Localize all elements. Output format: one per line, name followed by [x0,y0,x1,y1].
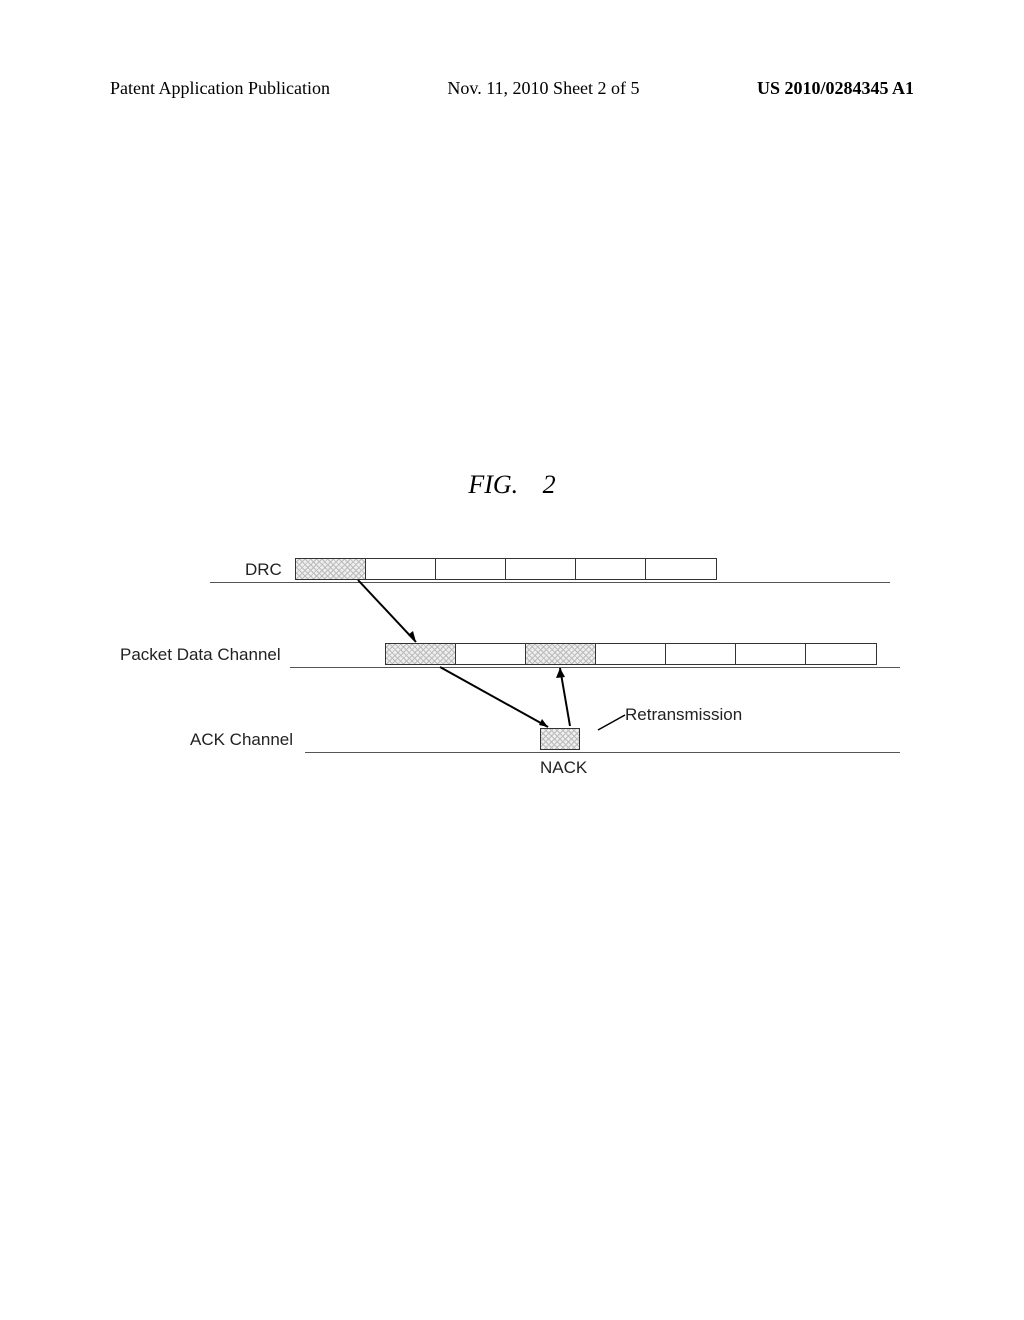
drc-slot-5 [646,559,716,579]
header-publication: Patent Application Publication [110,78,330,99]
drc-slots [295,558,717,580]
arrow-pdc-to-ack-head [539,719,548,727]
timing-diagram: DRC Packet Data Channel [120,560,900,820]
drc-slot-1 [366,559,436,579]
ack-label: ACK Channel [190,730,293,750]
retransmission-label: Retransmission [625,705,742,725]
arrow-drc-to-pdc [358,580,416,642]
pdc-label: Packet Data Channel [120,645,281,665]
figure-title: FIG. 2 [0,470,1024,500]
arrow-ack-to-retrans-head [556,668,565,678]
nack-label: NACK [540,758,587,778]
pdc-slot-retrans [526,644,596,664]
figure-title-number: 2 [543,470,556,499]
drc-slot-3 [506,559,576,579]
figure-title-prefix: FIG. [468,470,518,499]
ack-nack-slot [540,728,580,750]
pdc-slot-1 [456,644,526,664]
arrow-pdc-to-ack [440,667,548,727]
drc-slot-2 [436,559,506,579]
pdc-slot-0 [386,644,456,664]
pdc-slot-5 [736,644,806,664]
pdc-slot-3 [596,644,666,664]
header-docnum: US 2010/0284345 A1 [757,78,914,99]
drc-slot-4 [576,559,646,579]
diagram-arrows [120,560,900,820]
header: Patent Application Publication Nov. 11, … [110,78,914,99]
drc-slot-0 [296,559,366,579]
pdc-slot-6 [806,644,876,664]
arrow-drc-to-pdc-head [408,631,416,642]
pdc-slot-4 [666,644,736,664]
drc-baseline [210,582,890,583]
drc-label: DRC [245,560,282,580]
leader-retrans [598,715,625,730]
pdc-baseline [290,667,900,668]
page: Patent Application Publication Nov. 11, … [0,0,1024,1320]
ack-baseline [305,752,900,753]
arrow-ack-to-retrans [560,668,570,726]
header-sheet: Nov. 11, 2010 Sheet 2 of 5 [447,78,639,99]
pdc-slots [385,643,877,665]
